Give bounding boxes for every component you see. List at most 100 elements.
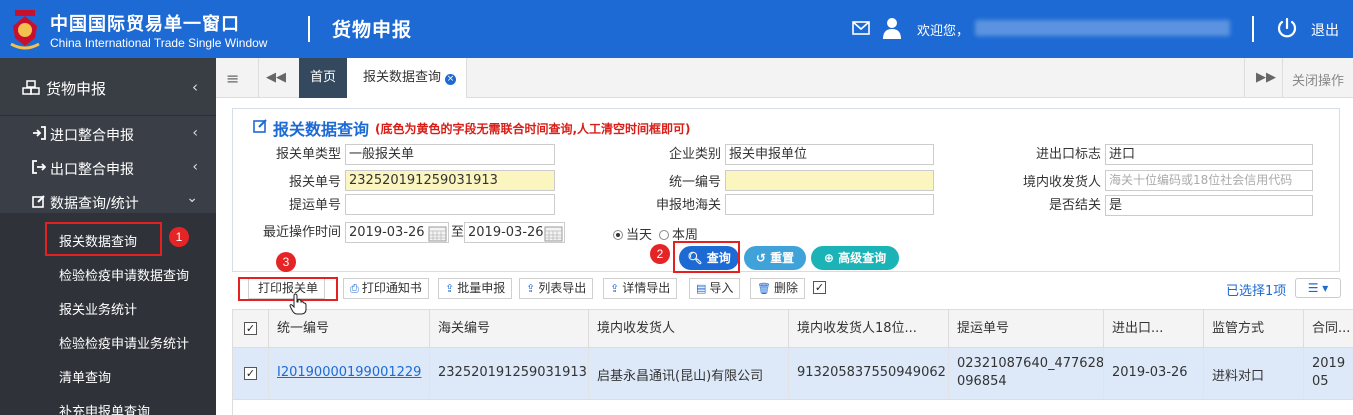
highlight-box-query [673,241,740,273]
delete-button[interactable]: 🗑︎ 删除 [750,278,805,299]
date-from-input[interactable]: 2019-03-26 [345,222,449,243]
customs-input[interactable] [725,194,934,215]
reset-button-label: 重置 [770,251,795,265]
date-to-input[interactable]: 2019-03-26 [464,222,565,243]
customs-emblem-icon [10,10,40,50]
cell-value: 启基永昌通讯(昆山)有限公司 [597,369,764,384]
column-header[interactable]: 境内收发货人18位... [789,310,949,348]
sidebar-sub-list-query[interactable]: 清单查询 [0,358,216,392]
column-header[interactable]: 提运单号 [949,310,1104,348]
label-decl-type: 报关单类型 [275,147,341,162]
logout-link[interactable]: 退出 [1311,20,1339,40]
system-title: 货物申报 [332,19,413,41]
btn-label: 批量申报 [457,281,506,295]
column-header[interactable]: 进出口... [1104,310,1204,348]
sidebar-sub-supplement-query[interactable]: 补充申报单查询 [0,392,216,415]
upload-icon: ⇪ [445,282,455,295]
row-checkbox[interactable]: ✓ [244,367,257,380]
table-cell: 2019-03-26 [1104,348,1204,400]
cell-value: 进料对口 [1212,369,1265,384]
toolbar-checkbox[interactable]: ✓ [813,281,826,294]
tab-next-icon[interactable]: ▶▶ [1256,70,1276,85]
import-button[interactable]: ▤ 导入 [689,278,741,299]
btn-label: 删除 [773,281,798,295]
mail-icon[interactable] [852,21,870,35]
cell-value: 2019-03-26 [1112,365,1188,380]
close-ops-dropdown[interactable]: 关闭操作 [1292,70,1344,89]
brand-title: 中国国际贸易单一窗口 [50,14,240,35]
label-ent-type: 企业类别 [668,147,721,162]
edit-icon [253,119,267,133]
panel-note: (底色为黄色的字段无需联合时间查询,人工清空时间框即可) [375,122,691,136]
sidebar-sub-inspection-query[interactable]: 检验检疫申请数据查询 [0,256,216,290]
advanced-query-button[interactable]: ⊕ 高级查询 [811,246,899,270]
label-bl-no: 提运单号 [288,198,341,213]
consignee-input[interactable]: 海关十位编码或18位社会信用代码 [1105,170,1313,191]
print-notice-button[interactable]: ⎙ 打印通知书 [343,278,429,299]
decl-type-select[interactable]: 一般报关单 [345,144,555,165]
detail-export-button[interactable]: ⇪ 详情导出 [603,278,678,299]
select-all-checkbox[interactable]: ✓ [244,322,257,335]
divider [258,58,259,98]
tab-home[interactable]: 首页 [299,58,347,98]
calendar-icon[interactable] [428,225,447,242]
radio-today[interactable]: 当天 [613,224,652,243]
print-icon: ⎙ [350,282,359,295]
column-toggle-button[interactable]: ☰ ▾ [1295,278,1341,298]
power-icon[interactable] [1276,17,1298,39]
column-header[interactable]: 海关编号 [430,310,589,348]
column-header[interactable]: 合同... [1304,310,1353,348]
bl-no-input[interactable] [345,194,555,215]
cell-line: 096854 [957,374,1007,389]
batch-submit-button[interactable]: ⇪ 批量申报 [438,278,513,299]
calendar-icon[interactable] [544,225,563,242]
ent-type-select[interactable]: 报关申报单位 [725,144,934,165]
brand-subtitle: China International Trade Single Window [50,36,268,50]
panel-title: 报关数据查询 [273,120,370,139]
label-consignee: 境内收发货人 [1022,175,1101,190]
tab-decl-query[interactable]: 报关数据查询 × [347,58,467,98]
chevron-left-icon: ‹ [192,159,198,175]
column-header[interactable]: 境内收发货人 [589,310,789,348]
cell-line: 2019 [1312,356,1346,371]
cell-line: 05 [1312,374,1329,389]
list-export-button[interactable]: ⇪ 列表导出 [519,278,594,299]
trash-icon: 🗑︎ [757,282,771,295]
column-header[interactable]: 统一编号 [269,310,430,348]
menu-toggle-icon[interactable]: ≡ [226,69,239,88]
sidebar-item-import[interactable]: 进口整合申报 ‹ [0,116,216,150]
label-unified-no: 统一编号 [668,175,721,190]
table-cell: 2019 05 [1304,348,1353,400]
results-table: ✓ 统一编号 海关编号 境内收发货人 境内收发货人18位... 提运单号 进出口… [232,309,1353,415]
closed-select[interactable]: 是 [1105,195,1313,216]
table-cell: 232520191259031913 [430,348,589,400]
btn-label: 打印通知书 [361,281,422,295]
chevron-left-icon: ‹ [192,78,198,96]
table-cell[interactable]: I20190000199001229 [269,348,430,400]
row-checkbox-cell: ✓ [233,348,269,400]
decl-no-input[interactable]: 232520191259031913 [345,170,555,191]
column-header[interactable]: 监管方式 [1204,310,1304,348]
tab-prev-icon[interactable]: ◀◀ [266,70,286,85]
user-icon [883,18,901,39]
radio-dot [659,230,669,240]
highlight-box-decl-query [45,222,162,256]
chevron-down-icon: ⌄ [186,190,198,206]
divider [1282,58,1283,98]
cell-value: 02321087640_477628 096854 [957,355,1103,391]
action-toolbar: 打印报关单 ⎙ 打印通知书 ⇪ 批量申报 ⇪ 列表导出 ⇪ 详情导出 ▤ 导入 🗑︎ 删除 … [232,276,1341,304]
ie-flag-select[interactable]: 进口 [1105,144,1313,165]
sidebar-item-export[interactable]: 出口整合申报 ‹ [0,150,216,184]
sidebar-sub-inspection-stats[interactable]: 检验检疫申请业务统计 [0,324,216,358]
date-from-value: 2019-03-26 [349,225,425,240]
close-tab-icon[interactable]: × [445,74,457,85]
sidebar-item-goods-declaration[interactable]: 货物申报 ‹ [0,58,216,116]
unified-no-input[interactable] [725,170,934,191]
upload-icon: ⇪ [526,282,536,295]
tab-label: 报关数据查询 [363,70,442,85]
unified-no-link[interactable]: I20190000199001229 [277,365,421,380]
reset-button[interactable]: ↺ 重置 [744,246,806,270]
sidebar-item-label: 出口整合申报 [50,162,134,178]
table-cell: 02321087640_477628 096854 [949,348,1104,400]
sidebar-sub-decl-stats[interactable]: 报关业务统计 [0,290,216,324]
